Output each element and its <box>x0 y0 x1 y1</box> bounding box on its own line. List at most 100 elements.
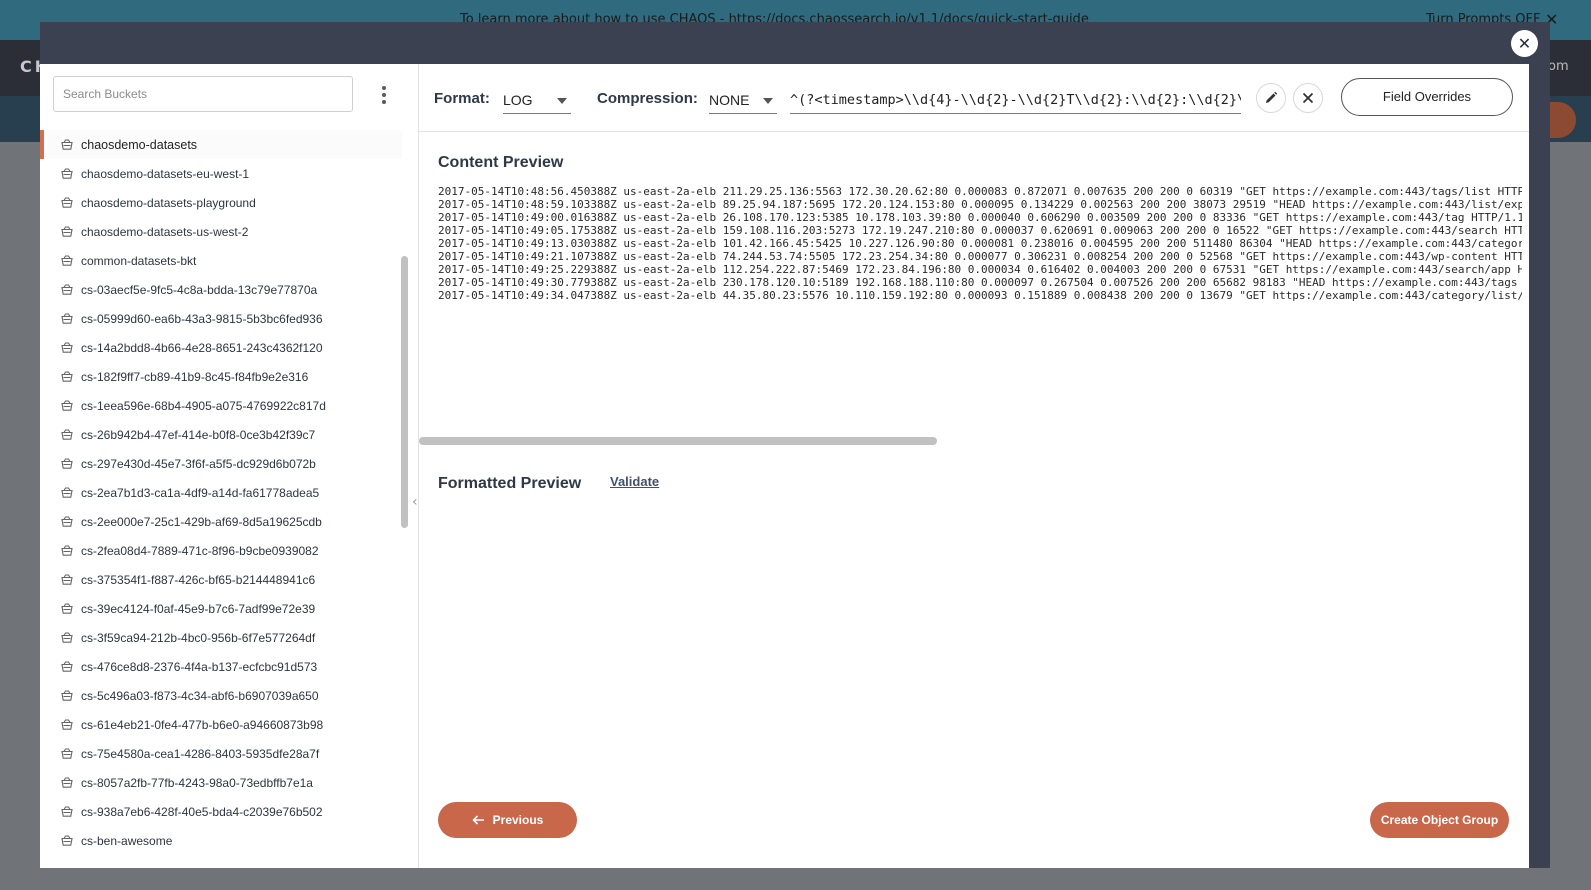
bucket-item[interactable]: cs-5c496a03-f873-4c34-abf6-b6907039a650 <box>40 681 402 710</box>
log-line: 2017-05-14T10:49:30.779388Z us-east-2a-e… <box>438 276 1522 289</box>
log-line: 2017-05-14T10:49:34.047388Z us-east-2a-e… <box>438 289 1522 302</box>
log-line: 2017-05-14T10:49:13.030388Z us-east-2a-e… <box>438 237 1522 250</box>
bucket-icon <box>61 342 73 353</box>
bucket-label: cs-2ea7b1d3-ca1a-4df9-a14d-fa61778adea5 <box>81 485 320 500</box>
bucket-icon <box>61 458 73 469</box>
bucket-item[interactable]: cs-297e430d-45e7-3f6f-a5f5-dc929d6b072b <box>40 449 402 478</box>
bucket-label: cs-75e4580a-cea1-4286-8403-5935dfe28a7f <box>81 746 320 761</box>
bucket-icon <box>61 168 73 179</box>
configuration-panel: Format: LOG Compression: NONE ^(?<timest… <box>419 64 1529 868</box>
create-object-group-button[interactable]: Create Object Group <box>1370 802 1509 838</box>
bucket-label: cs-2fea08d4-7889-471c-8f96-b9cbe0939082 <box>81 543 319 558</box>
bucket-label: cs-375354f1-f887-426c-bf65-b214448941c6 <box>81 572 316 587</box>
log-line: 2017-05-14T10:49:05.175388Z us-east-2a-e… <box>438 224 1522 237</box>
bucket-label: cs-297e430d-45e7-3f6f-a5f5-dc929d6b072b <box>81 456 316 471</box>
bucket-item[interactable]: cs-75e4580a-cea1-4286-8403-5935dfe28a7f <box>40 739 402 768</box>
bucket-label: cs-ben-awesome <box>81 833 173 848</box>
bucket-icon <box>61 748 73 759</box>
bucket-item[interactable]: cs-938a7eb6-428f-40e5-bda4-c2039e76b502 <box>40 797 402 826</box>
compression-select[interactable]: NONE <box>709 82 777 114</box>
bucket-icon <box>61 487 73 498</box>
arrow-left-icon <box>472 815 484 825</box>
bucket-item[interactable]: cs-2ee000e7-25c1-429b-af69-8d5a19625cdb <box>40 507 402 536</box>
content-preview: 2017-05-14T10:48:56.450388Z us-east-2a-e… <box>438 185 1522 315</box>
previous-button[interactable]: Previous <box>438 802 577 838</box>
log-line: 2017-05-14T10:48:59.103388Z us-east-2a-e… <box>438 198 1522 211</box>
bucket-list: chaosdemo-datasets chaosdemo-datasets-eu-… <box>40 130 402 868</box>
compression-label: Compression: <box>597 90 698 107</box>
log-line: 2017-05-14T10:49:21.107388Z us-east-2a-e… <box>438 250 1522 263</box>
bucket-item[interactable]: cs-476ce8d8-2376-4f4a-b137-ecfcbc91d573 <box>40 652 402 681</box>
bucket-item[interactable]: cs-61e4eb21-0fe4-477b-b6e0-a94660873b98 <box>40 710 402 739</box>
previous-button-label: Previous <box>492 813 544 827</box>
format-toolbar: Format: LOG Compression: NONE ^(?<timest… <box>419 64 1529 132</box>
bucket-icon <box>61 516 73 527</box>
bucket-icon <box>61 545 73 556</box>
bucket-icon <box>61 603 73 614</box>
format-label: Format: <box>434 90 490 107</box>
bucket-item[interactable]: cs-375354f1-f887-426c-bf65-b214448941c6 <box>40 565 402 594</box>
bucket-label: cs-61e4eb21-0fe4-477b-b6e0-a94660873b98 <box>81 717 324 732</box>
bucket-icon <box>61 400 73 411</box>
bucket-item[interactable]: cs-8057a2fb-77fb-4243-98a0-73edbffb7e1a <box>40 768 402 797</box>
bucket-label: common-datasets-bkt <box>81 253 197 268</box>
compression-value: NONE <box>709 92 750 108</box>
bucket-item[interactable]: cs-05999d60-ea6b-43a3-9815-5b3bc6fed936 <box>40 304 402 333</box>
bucket-label: cs-8057a2fb-77fb-4243-98a0-73edbffb7e1a <box>81 775 313 790</box>
log-line: 2017-05-14T10:49:25.229388Z us-east-2a-e… <box>438 263 1522 276</box>
search-buckets-input[interactable] <box>53 76 353 112</box>
bucket-icon <box>61 429 73 440</box>
close-icon <box>1302 92 1314 104</box>
chevron-down-icon <box>763 98 773 104</box>
modal-close-button[interactable]: ✕ <box>1511 30 1538 57</box>
validate-link[interactable]: Validate <box>610 474 659 489</box>
bucket-item[interactable]: cs-2ea7b1d3-ca1a-4df9-a14d-fa61778adea5 <box>40 478 402 507</box>
bucket-item[interactable]: chaosdemo-datasets-playground <box>40 188 402 217</box>
bucket-item[interactable]: cs-3f59ca94-212b-4bc0-956b-6f7e577264df <box>40 623 402 652</box>
collapse-sidebar-icon[interactable]: ‹ <box>412 494 418 510</box>
bucket-item[interactable]: chaosdemo-datasets-us-west-2 <box>40 217 402 246</box>
bucket-label: cs-2ee000e7-25c1-429b-af69-8d5a19625cdb <box>81 514 322 529</box>
chevron-down-icon <box>557 98 567 104</box>
clear-regex-button[interactable] <box>1293 83 1323 113</box>
bucket-item[interactable]: cs-39ec4124-f0af-45e9-b7c6-7adf99e72e39 <box>40 594 402 623</box>
bucket-item[interactable]: cs-ben-awesome <box>40 826 402 855</box>
sidebar-scrollbar[interactable] <box>401 256 408 528</box>
bucket-label: cs-938a7eb6-428f-40e5-bda4-c2039e76b502 <box>81 804 323 819</box>
more-options-icon[interactable] <box>376 84 392 108</box>
bucket-item[interactable]: cs-1eea596e-68b4-4905-a075-4769922c817d <box>40 391 402 420</box>
bucket-label: cs-26b942b4-47ef-414e-b0f8-0ce3b42f39c7 <box>81 427 316 442</box>
bucket-icon <box>61 139 73 150</box>
bucket-sidebar: chaosdemo-datasets chaosdemo-datasets-eu-… <box>40 64 419 868</box>
bucket-label: cs-05999d60-ea6b-43a3-9815-5b3bc6fed936 <box>81 311 323 326</box>
bucket-icon <box>61 661 73 672</box>
bucket-icon <box>61 719 73 730</box>
bucket-icon <box>61 835 73 846</box>
bucket-item[interactable]: cs-03aecf5e-9fc5-4c8a-bdda-13c79e77870a <box>40 275 402 304</box>
regex-field[interactable]: ^(?<timestamp>\\d{4}-\\d{2}-\\d{2}T\\d{2… <box>790 82 1241 114</box>
edit-regex-button[interactable] <box>1256 83 1286 113</box>
bucket-label: chaosdemo-datasets-playground <box>81 195 256 210</box>
preview-horizontal-scrollbar[interactable] <box>419 437 937 445</box>
bucket-item[interactable]: cs-2fea08d4-7889-471c-8f96-b9cbe0939082 <box>40 536 402 565</box>
bucket-icon <box>61 284 73 295</box>
bucket-label: cs-1eea596e-68b4-4905-a075-4769922c817d <box>81 398 326 413</box>
bucket-label: cs-39ec4124-f0af-45e9-b7c6-7adf99e72e39 <box>81 601 316 616</box>
bucket-item[interactable]: chaosdemo-datasets <box>40 130 402 159</box>
format-select[interactable]: LOG <box>503 82 571 114</box>
bucket-icon <box>61 197 73 208</box>
bucket-item[interactable]: cs-182f9ff7-cb89-41b9-8c45-f84fb9e2e316 <box>40 362 402 391</box>
bucket-label: cs-03aecf5e-9fc5-4c8a-bdda-13c79e77870a <box>81 282 318 297</box>
account-domain: om <box>1548 59 1569 74</box>
bucket-icon <box>61 255 73 266</box>
bucket-label: cs-5c496a03-f873-4c34-abf6-b6907039a650 <box>81 688 319 703</box>
bucket-icon <box>61 226 73 237</box>
bucket-item[interactable]: common-datasets-bkt <box>40 246 402 275</box>
bucket-item[interactable]: chaosdemo-datasets-eu-west-1 <box>40 159 402 188</box>
field-overrides-button[interactable]: Field Overrides <box>1341 78 1513 116</box>
bucket-item[interactable]: cs-26b942b4-47ef-414e-b0f8-0ce3b42f39c7 <box>40 420 402 449</box>
bucket-item[interactable]: cs-14a2bdd8-4b66-4e28-8651-243c4362f120 <box>40 333 402 362</box>
bucket-label: cs-3f59ca94-212b-4bc0-956b-6f7e577264df <box>81 630 316 645</box>
log-line: 2017-05-14T10:48:56.450388Z us-east-2a-e… <box>438 185 1522 198</box>
log-line: 2017-05-14T10:49:00.016388Z us-east-2a-e… <box>438 211 1522 224</box>
